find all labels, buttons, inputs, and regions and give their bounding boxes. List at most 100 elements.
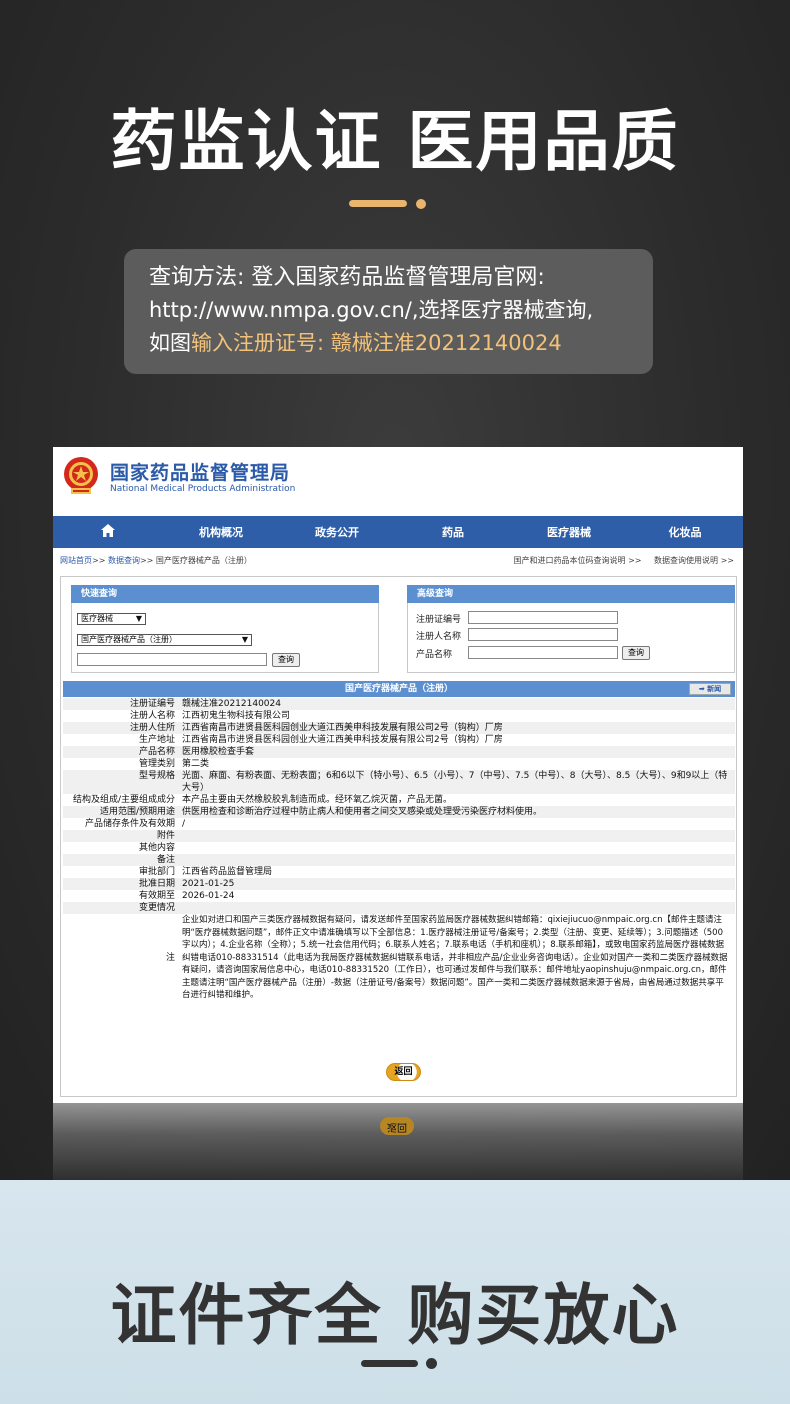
quick-search-title: 快速查询: [71, 585, 379, 603]
row-key: 结构及组成/主要组成成分: [72, 795, 175, 805]
nav-item-org[interactable]: 机构概况: [163, 524, 279, 540]
row-value: 赣械注准20212140024: [182, 699, 281, 709]
query-method-box: 查询方法: 登入国家药品监督管理局官网: http://www.nmpa.gov…: [124, 249, 653, 374]
decorative-dash-bottom: [361, 1360, 418, 1367]
national-emblem-icon: [64, 457, 98, 494]
help-links: 国产和进口药品本位码查询说明 >> 数据查询使用说明 >>: [504, 555, 734, 566]
site-title: 国家药品监督管理局: [110, 462, 291, 484]
chevron-down-icon: ▼: [135, 614, 142, 623]
news-button[interactable]: ➡ 新闻: [689, 683, 731, 695]
decorative-dash: [349, 200, 407, 207]
table-row: 有效期至 2026-01-24: [63, 890, 735, 902]
breadcrumb-current: 国产医疗器械产品（注册）: [155, 556, 252, 565]
row-key: 注册人住所: [129, 723, 175, 733]
row-value: 江西省南昌市进贤县医科园创业大道江西美申科技发展有限公司2号（钩构）厂房: [182, 723, 503, 733]
table-row: 备注: [63, 854, 735, 866]
product-name-input[interactable]: [468, 646, 618, 659]
breadcrumb: 网站首页>> 数据查询>> 国产医疗器械产品（注册）: [60, 556, 252, 565]
row-key: 审批部门: [138, 867, 175, 877]
row-value: 本产品主要由天然橡胶胶乳制造而成。经环氧乙烷灭菌，产品无菌。: [182, 795, 453, 805]
nav-item-cosmetics[interactable]: 化妆品: [627, 524, 743, 540]
result-title: 国产医疗器械产品（注册）: [344, 684, 453, 694]
row-key: 有效期至: [138, 891, 175, 901]
notes-row: 注企业如对进口和国产三类医疗器械数据有疑问，请发送邮件至国家药监局医疗器械数据纠…: [63, 914, 735, 1002]
nav-home[interactable]: [53, 524, 163, 540]
table-row: 型号规格 光面、麻面、有粉表面、无粉表面；6和6以下（特小号）、6.5（小号）、7…: [63, 770, 735, 794]
label-product-name: 产品名称: [416, 650, 453, 660]
info-line-3-highlight: 输入注册证号: 赣械注准20212140024: [191, 331, 562, 355]
row-key: 注册证编号: [129, 699, 175, 709]
row-value: 第二类: [182, 759, 210, 769]
headline-bottom: 证件齐全 购买放心: [110, 1277, 680, 1354]
row-key: 附件: [156, 831, 175, 841]
table-row: 结构及组成/主要组成成分 本产品主要由天然橡胶胶乳制造而成。经环氧乙烷灭菌，产品无…: [63, 794, 735, 806]
nav-item-drugs[interactable]: 药品: [395, 524, 511, 540]
advanced-search-button[interactable]: 查询: [622, 646, 650, 660]
label-registrant: 注册人名称: [416, 632, 462, 642]
row-value: 光面、麻面、有粉表面、无粉表面；6和6以下（特小号）、6.5（小号）、7（中号）…: [182, 771, 728, 793]
quick-search-panel: 医疗器械 ▼ 国产医疗器械产品（注册） ▼ 查询: [71, 603, 379, 673]
back-button[interactable]: 返回: [386, 1063, 421, 1081]
row-value: [179, 830, 735, 842]
advanced-search-panel: 注册证编号 注册人名称 产品名称 查询: [407, 603, 735, 673]
decorative-dot-bottom: [426, 1358, 437, 1369]
result-table: 注册证编号 赣械注准20212140024 注册人名称 江西初鬼生物科技有限公司 注册人…: [63, 698, 735, 1002]
row-key: 注册人名称: [129, 711, 175, 721]
reflection-back-button: 返回: [380, 1117, 414, 1135]
table-row: 注册人住所 江西省南昌市进贤县医科园创业大道江西美申科技发展有限公司2号（钩构）厂…: [63, 722, 735, 734]
decorative-dot: [416, 199, 426, 209]
table-row: 产品名称 医用橡胶检查手套: [63, 746, 735, 758]
link-code-help[interactable]: 国产和进口药品本位码查询说明 >>: [514, 556, 642, 565]
row-key: 备注: [156, 855, 175, 865]
nav-item-gov[interactable]: 政务公开: [279, 524, 395, 540]
row-value: 供医用检查和诊断治疗过程中防止病人和使用者之间交叉感染或处理受污染医疗材料使用。: [182, 807, 543, 817]
info-line-3: 如图输入注册证号: 赣械注准20212140024: [149, 327, 635, 360]
info-line-2: http://www.nmpa.gov.cn/,选择医疗器械查询,: [149, 298, 594, 322]
row-key: 变更情况: [138, 903, 175, 913]
screenshot-reflection: 返回: [53, 1103, 743, 1180]
site-subtitle: National Medical Products Administration: [110, 484, 296, 494]
chevron-down-icon: ▼: [241, 635, 248, 644]
row-value: [179, 902, 735, 914]
row-value: 江西省药品监督管理局: [182, 867, 273, 877]
row-key: 产品储存条件及有效期: [84, 819, 175, 829]
row-value: /: [182, 819, 186, 829]
row-value: [179, 842, 735, 854]
home-icon: [101, 524, 115, 537]
category-select[interactable]: 医疗器械 ▼: [77, 613, 146, 625]
info-line-1: 查询方法: 登入国家药品监督管理局官网:: [149, 265, 545, 290]
info-line-3-prefix: 如图: [149, 331, 191, 355]
notes-label: 注: [165, 952, 175, 963]
nav-item-devices[interactable]: 医疗器械: [511, 524, 627, 540]
row-key: 生产地址: [138, 735, 175, 745]
cert-no-input[interactable]: [468, 611, 618, 624]
table-row: 适用范围/预期用途 供医用检查和诊断治疗过程中防止病人和使用者之间交叉感染或处理受…: [63, 806, 735, 818]
link-query-help[interactable]: 数据查询使用说明 >>: [654, 556, 734, 565]
quick-search-button[interactable]: 查询: [272, 653, 300, 667]
table-row: 生产地址 江西省南昌市进贤县医科园创业大道江西美申科技发展有限公司2号（钩构）厂房: [63, 734, 735, 746]
quick-search-input[interactable]: [77, 653, 267, 666]
row-value: 江西省南昌市进贤县医科园创业大道江西美申科技发展有限公司2号（钩构）厂房: [182, 735, 503, 745]
table-row: 变更情况: [63, 902, 735, 914]
type-select[interactable]: 国产医疗器械产品（注册） ▼: [77, 634, 252, 646]
table-row: 注册证编号 赣械注准20212140024: [63, 698, 735, 710]
row-value: [179, 854, 735, 866]
row-key: 产品名称: [138, 747, 175, 757]
result-title-bar: 国产医疗器械产品（注册） ➡ 新闻: [63, 681, 735, 697]
breadcrumb-query[interactable]: 数据查询: [108, 556, 140, 565]
advanced-search-title: 高级查询: [407, 585, 735, 603]
table-row: 产品储存条件及有效期 /: [63, 818, 735, 830]
registrant-input[interactable]: [468, 628, 618, 641]
breadcrumb-home[interactable]: 网站首页: [60, 556, 92, 565]
headline-top: 药监认证 医用品质: [110, 103, 680, 180]
row-value: 2021-01-25: [182, 879, 235, 889]
row-key: 其他内容: [138, 843, 175, 853]
row-key: 批准日期: [138, 879, 175, 889]
main-nav: 机构概况 政务公开 药品 医疗器械 化妆品: [53, 516, 743, 548]
table-row: 附件: [63, 830, 735, 842]
row-value: 2026-01-24: [182, 891, 235, 901]
nmpa-website-screenshot: 国家药品监督管理局 National Medical Products Admi…: [53, 447, 743, 1103]
table-row: 批准日期 2021-01-25: [63, 878, 735, 890]
reflection-mirror: 返回: [53, 1103, 743, 1180]
site-header: 国家药品监督管理局 National Medical Products Admi…: [53, 447, 743, 517]
